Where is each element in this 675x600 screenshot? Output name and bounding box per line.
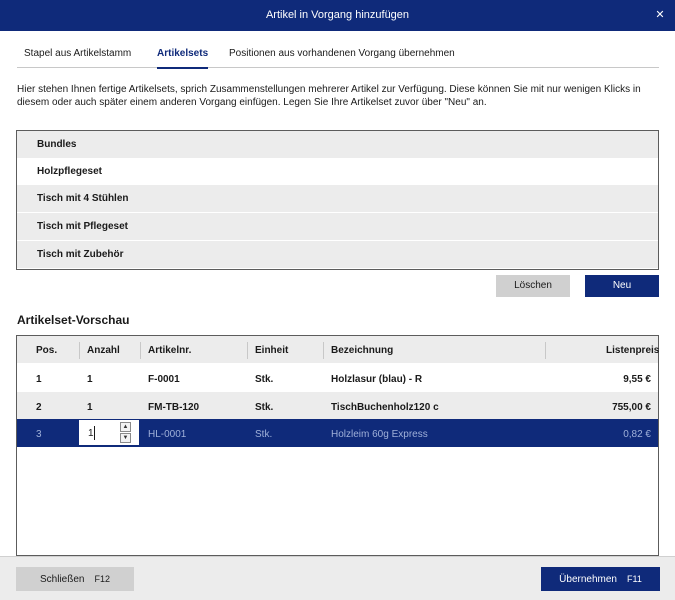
text-cursor [94,426,95,440]
close-shortcut: F12 [94,574,110,584]
close-icon[interactable]: ✕ [645,0,675,31]
cell-price: 0,82 € [623,429,651,440]
new-button[interactable]: Neu [585,275,659,297]
column-header-artikelnr[interactable]: Artikelnr. [148,345,191,356]
quantity-stepper[interactable]: 1 ▲ ▼ [79,420,139,445]
tab-bar: Stapel aus Artikelstamm Artikelsets Posi… [17,42,659,69]
table-header: Pos. Anzahl Artikelnr. Einheit Bezeichnu… [17,336,659,363]
cell-name: TischBuchenholz120 c [331,402,439,413]
quantity-value[interactable]: 1 [88,428,94,439]
article-set-list: Bundles Holzpflegeset Tisch mit 4 Stühle… [16,130,659,270]
spin-up-icon[interactable]: ▲ [120,422,131,432]
spin-down-icon[interactable]: ▼ [120,433,131,443]
title-bar: Artikel in Vorgang hinzufügen ✕ [0,0,675,31]
tab-stapel-aus-artikelstamm[interactable]: Stapel aus Artikelstamm [24,48,131,59]
close-button-label: Schließen [40,574,85,585]
column-header-bezeichnung[interactable]: Bezeichnung [331,345,393,356]
column-separator [140,342,141,359]
article-set-preview-table: Pos. Anzahl Artikelnr. Einheit Bezeichnu… [16,335,659,556]
preview-title: Artikelset-Vorschau [17,313,130,327]
list-item[interactable]: Holzpflegeset [17,158,658,185]
column-header-anzahl[interactable]: Anzahl [87,345,120,356]
delete-button[interactable]: Löschen [496,275,570,297]
cell-name: Holzlasur (blau) - R [331,374,423,385]
column-separator [545,342,546,359]
cell-unit: Stk. [255,402,274,413]
cell-price: 9,55 € [623,374,651,385]
column-separator [247,342,248,359]
table-row[interactable]: 1 1 F-0001 Stk. Holzlasur (blau) - R 9,5… [17,364,658,392]
cell-pos: 3 [36,429,42,440]
dialog-footer: Schließen F12 Übernehmen F11 [0,556,675,600]
list-item[interactable]: Tisch mit Pflegeset [17,213,658,240]
column-separator [323,342,324,359]
list-item[interactable]: Bundles [17,131,658,158]
cell-pos: 1 [36,374,42,385]
column-header-listenpreis[interactable]: Listenpreis [606,345,659,356]
cell-price: 755,00 € [612,402,651,413]
apply-button-label: Übernehmen [559,574,617,585]
cell-unit: Stk. [255,429,273,440]
cell-artnr: FM-TB-120 [148,402,200,413]
window-title: Artikel in Vorgang hinzufügen [265,9,410,21]
table-row-selected[interactable]: 3 1 ▲ ▼ HL-0001 Stk. Holzleim 60g Expres… [17,419,658,447]
list-item[interactable]: Tisch mit Zubehör [17,241,658,268]
column-separator [79,342,80,359]
description-text: Hier stehen Ihnen fertige Artikelsets, s… [17,84,641,108]
column-header-pos[interactable]: Pos. [36,345,57,356]
cell-unit: Stk. [255,374,274,385]
tab-artikelsets[interactable]: Artikelsets [157,48,209,69]
table-row[interactable]: 2 1 FM-TB-120 Stk. TischBuchenholz120 c … [17,392,658,420]
cell-artnr: HL-0001 [148,429,187,440]
apply-button[interactable]: Übernehmen F11 [541,567,660,591]
list-item[interactable]: Tisch mit 4 Stühlen [17,185,658,212]
cell-pos: 2 [36,402,42,413]
apply-shortcut: F11 [626,574,642,584]
close-button[interactable]: Schließen F12 [16,567,134,591]
cell-qty: 1 [87,374,93,385]
tab-positionen-uebernehmen[interactable]: Positionen aus vorhandenen Vorgang übern… [229,48,455,59]
cell-name: Holzleim 60g Express [331,429,428,440]
column-header-einheit[interactable]: Einheit [255,345,288,356]
cell-qty: 1 [87,402,93,413]
cell-artnr: F-0001 [148,374,180,385]
